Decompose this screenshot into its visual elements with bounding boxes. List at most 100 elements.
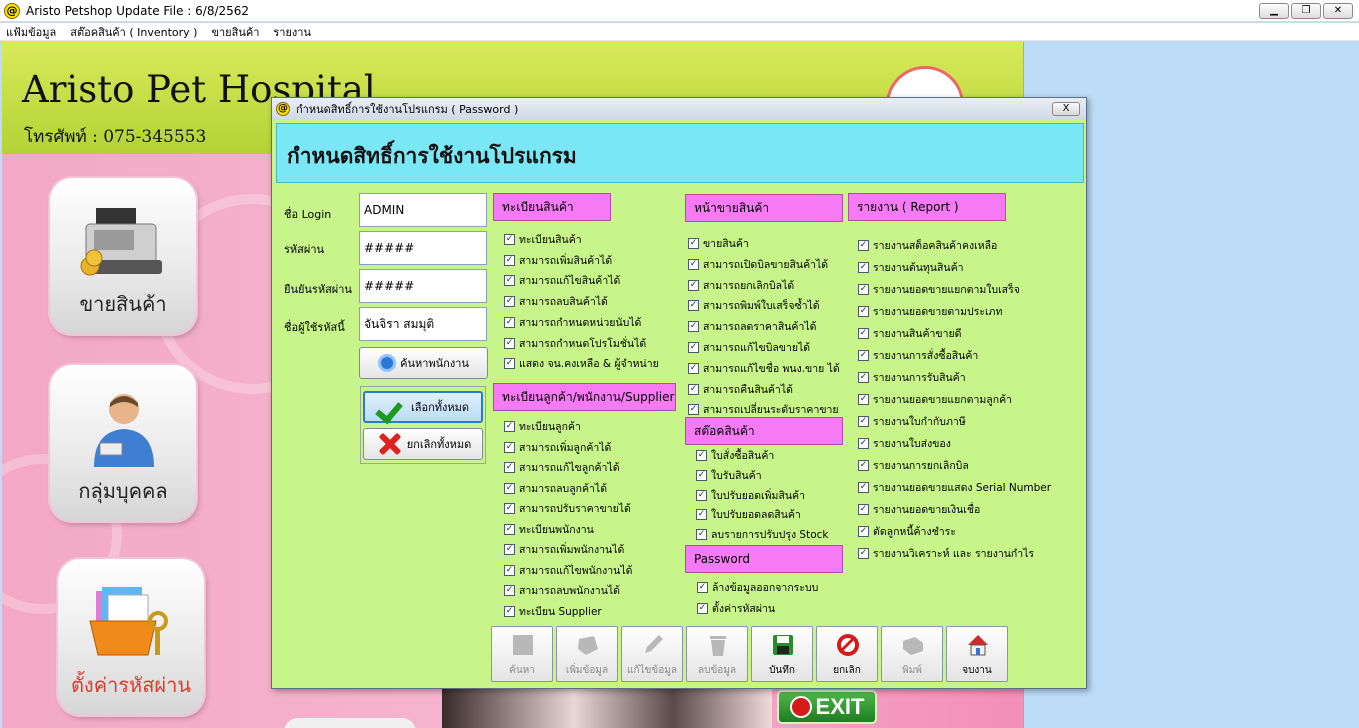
checkbox-checked-icon[interactable]: ✓	[504, 462, 515, 473]
checkbox-checked-icon[interactable]: ✓	[858, 482, 869, 493]
permission-checkbox-reports-12[interactable]: ✓ รายงานยอดขายเงินเชื่อ	[858, 501, 980, 518]
permission-checkbox-reports-11[interactable]: ✓ รายงานยอดขายแสดง Serial Number	[858, 479, 1051, 496]
toolbar-exit-button[interactable]: จบงาน	[946, 626, 1008, 682]
permission-checkbox-customers-4[interactable]: ✓ สามารถปรับราคาขายได้	[504, 500, 631, 517]
permission-checkbox-sales-0[interactable]: ✓ ขายสินค้า	[688, 235, 749, 252]
checkbox-checked-icon[interactable]: ✓	[504, 544, 515, 555]
checkbox-checked-icon[interactable]: ✓	[696, 489, 707, 501]
permission-checkbox-reports-9[interactable]: ✓ รายงานใบส่งของ	[858, 435, 951, 452]
permission-checkbox-sales-1[interactable]: ✓ สามารถเปิดบิลขายสินค้าได้	[688, 256, 828, 273]
checkbox-checked-icon[interactable]: ✓	[858, 394, 869, 405]
username-input[interactable]: จันจิรา สมมุติ	[359, 307, 487, 341]
exit-button[interactable]: EXIT	[777, 690, 877, 724]
permission-checkbox-customers-9[interactable]: ✓ ทะเบียน Supplier	[504, 603, 602, 620]
permission-checkbox-products-5[interactable]: ✓ สามารถกำหนดโปรโมชั่นได้	[504, 335, 646, 352]
permission-checkbox-customers-3[interactable]: ✓ สามารถลบลูกค้าได้	[504, 480, 607, 497]
checkbox-checked-icon[interactable]: ✓	[858, 548, 869, 559]
permission-checkbox-stock-0[interactable]: ✓ ใบสั่งซื้อสินค้า	[696, 447, 774, 464]
checkbox-checked-icon[interactable]: ✓	[696, 509, 707, 521]
checkbox-checked-icon[interactable]: ✓	[688, 300, 699, 312]
permission-checkbox-products-0[interactable]: ✓ ทะเบียนสินค้า	[504, 231, 582, 248]
checkbox-checked-icon[interactable]: ✓	[858, 350, 869, 361]
checkbox-checked-icon[interactable]: ✓	[858, 284, 869, 295]
password-input[interactable]: #####	[359, 231, 487, 265]
permission-checkbox-products-2[interactable]: ✓ สามารถแก้ไขสินค้าได้	[504, 272, 620, 289]
checkbox-checked-icon[interactable]: ✓	[858, 416, 869, 427]
select-all-button[interactable]: เลือกทั้งหมด	[363, 391, 483, 423]
permission-checkbox-sales-8[interactable]: ✓ สามารถเปลี่ยนระดับราคาขาย	[688, 401, 839, 418]
checkbox-checked-icon[interactable]: ✓	[688, 404, 699, 416]
toolbar-save-button[interactable]: บันทึก	[751, 626, 813, 682]
toolbar-delete-button[interactable]: ลบข้อมูล	[686, 626, 748, 682]
permission-checkbox-reports-1[interactable]: ✓ รายงานต้นทุนสินค้า	[858, 259, 964, 276]
permission-checkbox-customers-2[interactable]: ✓ สามารถแก้ไขลูกค้าได้	[504, 459, 620, 476]
checkbox-checked-icon[interactable]: ✓	[688, 342, 699, 353]
checkbox-checked-icon[interactable]: ✓	[696, 450, 707, 461]
permission-checkbox-products-4[interactable]: ✓ สามารถกำหนดหน่วยนับได้	[504, 314, 641, 331]
people-group-button[interactable]: กลุ่มบุคคล	[50, 365, 196, 521]
permission-checkbox-reports-13[interactable]: ✓ ตัดลูกหนี้ค้างชำระ	[858, 523, 956, 540]
checkbox-checked-icon[interactable]: ✓	[858, 372, 869, 383]
sell-products-button[interactable]: ขายสินค้า	[50, 178, 196, 334]
checkbox-checked-icon[interactable]: ✓	[688, 362, 699, 374]
file-data-button[interactable]: ข้อมูลแฟ้มข้อมูล	[284, 718, 416, 728]
permission-checkbox-password-0[interactable]: ✓ ล้างข้อมูลออกจากระบบ	[697, 579, 818, 596]
checkbox-checked-icon[interactable]: ✓	[504, 503, 515, 514]
checkbox-checked-icon[interactable]: ✓	[858, 262, 869, 273]
minimize-icon[interactable]: ▁	[1259, 3, 1289, 19]
checkbox-checked-icon[interactable]: ✓	[504, 254, 515, 266]
checkbox-checked-icon[interactable]: ✓	[858, 438, 869, 449]
checkbox-checked-icon[interactable]: ✓	[688, 321, 699, 333]
permission-checkbox-sales-7[interactable]: ✓ สามารถคืนสินค้าได้	[688, 381, 793, 398]
permission-checkbox-sales-6[interactable]: ✓ สามารถแก้ไขชื่อ พนง.ขาย ได้	[688, 360, 840, 377]
checkbox-checked-icon[interactable]: ✓	[696, 529, 707, 541]
checkbox-checked-icon[interactable]: ✓	[688, 258, 699, 270]
checkbox-checked-icon[interactable]: ✓	[858, 526, 869, 537]
permission-checkbox-reports-14[interactable]: ✓ รายงานวิเคราะห์ และ รายงานกำไร	[858, 545, 1034, 562]
clear-all-button[interactable]: ยกเลิกทั้งหมด	[363, 428, 483, 460]
permission-checkbox-reports-2[interactable]: ✓ รายงานยอดขายแยกตามใบเสร็จ	[858, 281, 1020, 298]
checkbox-checked-icon[interactable]: ✓	[504, 523, 515, 535]
checkbox-checked-icon[interactable]: ✓	[688, 383, 699, 395]
checkbox-checked-icon[interactable]: ✓	[858, 306, 869, 317]
permission-checkbox-customers-7[interactable]: ✓ สามารถแก้ไขพนักงานได้	[504, 562, 632, 579]
checkbox-checked-icon[interactable]: ✓	[504, 358, 515, 370]
checkbox-checked-icon[interactable]: ✓	[697, 582, 708, 593]
permission-checkbox-customers-8[interactable]: ✓ สามารถลบพนักงานได้	[504, 582, 620, 599]
login-input[interactable]: ADMIN	[359, 193, 487, 227]
checkbox-checked-icon[interactable]: ✓	[697, 602, 708, 614]
checkbox-checked-icon[interactable]: ✓	[504, 482, 515, 494]
permission-checkbox-reports-7[interactable]: ✓ รายงานยอดขายแยกตามลูกค้า	[858, 391, 1012, 408]
search-employee-button[interactable]: ค้นหาพนักงาน	[359, 347, 488, 379]
dialog-close-button[interactable]: X	[1052, 102, 1080, 116]
checkbox-checked-icon[interactable]: ✓	[696, 469, 707, 481]
permission-checkbox-reports-5[interactable]: ✓ รายงานการสั่งซื้อสินค้า	[858, 347, 978, 364]
permission-checkbox-sales-2[interactable]: ✓ สามารถยกเลิกบิลได้	[688, 277, 794, 294]
checkbox-checked-icon[interactable]: ✓	[858, 504, 869, 515]
checkbox-checked-icon[interactable]: ✓	[858, 460, 869, 471]
menu-file[interactable]: แฟ้มข้อมูล	[6, 23, 56, 41]
permission-checkbox-reports-3[interactable]: ✓ รายงานยอดขายตามประเภท	[858, 303, 1002, 320]
checkbox-checked-icon[interactable]: ✓	[504, 605, 515, 617]
checkbox-checked-icon[interactable]: ✓	[504, 234, 515, 245]
close-icon[interactable]: ✕	[1323, 3, 1353, 19]
restore-icon[interactable]: ❐	[1291, 3, 1321, 19]
permission-checkbox-stock-3[interactable]: ✓ ใบปรับยอดลดสินค้า	[696, 506, 801, 523]
checkbox-checked-icon[interactable]: ✓	[504, 421, 515, 432]
permission-checkbox-customers-1[interactable]: ✓ สามารถเพิ่มลูกค้าได้	[504, 439, 611, 456]
permission-checkbox-reports-4[interactable]: ✓ รายงานสินค้าขายดี	[858, 325, 961, 342]
permission-checkbox-reports-8[interactable]: ✓ รายงานใบกำกับภาษี	[858, 413, 966, 430]
checkbox-checked-icon[interactable]: ✓	[504, 275, 515, 287]
permission-checkbox-reports-6[interactable]: ✓ รายงานการรับสินค้า	[858, 369, 966, 386]
permission-checkbox-products-1[interactable]: ✓ สามารถเพิ่มสินค้าได้	[504, 252, 612, 269]
permission-checkbox-customers-5[interactable]: ✓ ทะเบียนพนักงาน	[504, 521, 594, 538]
permission-checkbox-sales-5[interactable]: ✓ สามารถแก้ไขบิลขายได้	[688, 339, 810, 356]
permission-checkbox-products-3[interactable]: ✓ สามารถลบสินค้าได้	[504, 293, 608, 310]
menu-sales[interactable]: ขายสินค้า	[211, 23, 259, 41]
permission-checkbox-sales-4[interactable]: ✓ สามารถลดราคาสินค้าได้	[688, 318, 816, 335]
menu-inventory[interactable]: สต๊อคสินค้า ( Inventory )	[70, 23, 197, 41]
confirm-password-input[interactable]: #####	[359, 269, 487, 303]
permission-checkbox-password-1[interactable]: ✓ ตั้งค่ารหัสผ่าน	[697, 600, 775, 617]
checkbox-checked-icon[interactable]: ✓	[858, 328, 869, 339]
checkbox-checked-icon[interactable]: ✓	[688, 238, 699, 249]
